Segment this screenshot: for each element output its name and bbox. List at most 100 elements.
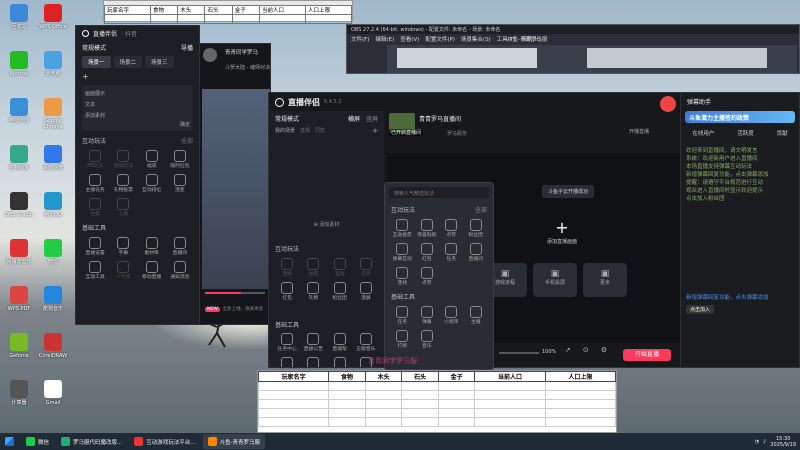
screen-source-button[interactable]: ▣ 更多 [583, 263, 627, 297]
top-sheet-cell[interactable] [149, 14, 179, 24]
tool-item[interactable]: 惊喜贴纸 [416, 219, 439, 239]
tool-item[interactable]: 任务 [354, 258, 378, 278]
desktop-icon[interactable]: OBS Studio [2, 192, 36, 218]
danmaku-tab[interactable]: 在线用户 [692, 129, 714, 137]
sheet-cell[interactable] [257, 381, 330, 391]
tool-item[interactable]: 互动工具 [82, 261, 108, 281]
sheet-header[interactable]: 玩家名字 [257, 371, 330, 382]
tool-item[interactable]: 主题 [82, 198, 108, 218]
sheet-cell[interactable] [437, 381, 476, 391]
tool-item[interactable]: 弹幕设置 [275, 357, 299, 367]
tool-item[interactable]: 直播间 [167, 237, 193, 257]
landscape-button[interactable]: 横屏 [348, 114, 360, 123]
tool-item[interactable]: 互动投票 [391, 219, 414, 239]
tool-item[interactable]: 弹幕 [416, 306, 439, 326]
portrait-button[interactable]: 竖屏 [366, 114, 378, 123]
sheet-header[interactable]: 金子 [437, 371, 476, 382]
zoom-slider[interactable] [499, 352, 539, 354]
obs-menu-item[interactable]: 场景集合(S) [461, 35, 491, 43]
sheet-cell[interactable] [257, 417, 330, 427]
tool-item[interactable]: 礼物投票 [110, 174, 136, 194]
sheet-cell[interactable] [257, 408, 330, 418]
sheet-cell[interactable] [544, 381, 617, 391]
desktop-icon[interactable]: 哔哩哔哩 [2, 98, 36, 124]
tool-item[interactable]: 直播间 [465, 243, 488, 263]
desktop-icon[interactable]: WPS PDF [2, 286, 36, 312]
join-fan-button[interactable]: 点击加入 [686, 305, 715, 314]
sheet-cell[interactable] [437, 408, 476, 418]
desktop-icon[interactable]: 腾讯QQ [36, 192, 70, 218]
player-spreadsheet[interactable]: 玩家名字 食物 木头 石头 金子 当前人口 人口上限 [257, 370, 617, 433]
taskbar-item[interactable]: 互动游戏玩法平台... [129, 434, 200, 449]
tool-item[interactable]: 直播公告 [301, 333, 325, 353]
sheet-cell[interactable] [328, 417, 366, 427]
taskbar-item[interactable]: 微信 [21, 434, 54, 449]
tool-item[interactable]: 连屏 [354, 282, 378, 302]
scene-tab[interactable]: 场景三 [145, 56, 174, 68]
sheet-cell[interactable] [364, 399, 403, 409]
tool-item[interactable]: 移动直播 [139, 261, 165, 281]
tool-item[interactable]: 人气宝 [110, 261, 136, 281]
tool-item[interactable]: 连线 [275, 258, 299, 278]
desktop-icon[interactable]: Geforce [2, 333, 36, 359]
scene-chip-b[interactable]: 同款 [315, 127, 325, 135]
desktop-icon[interactable]: 计算器 [2, 380, 36, 406]
tools-search-input[interactable]: 搜索人气精选玩法 [389, 187, 489, 198]
desktop-icon[interactable]: 酷狗音乐 [36, 286, 70, 312]
screen-source-button[interactable]: ▣ 手机投屏 [533, 263, 577, 297]
taskbar-item[interactable]: 斗鱼-青青罗马服 [202, 434, 266, 449]
source-row[interactable]: 添加素材 [85, 110, 190, 121]
source-row[interactable]: 文本 [85, 99, 190, 110]
tool-item[interactable]: 互动排位 [139, 174, 165, 194]
tool-item[interactable]: 点赞 [416, 267, 439, 287]
sheet-cell[interactable] [401, 399, 439, 409]
sheet-cell[interactable] [437, 417, 476, 427]
desktop-icon[interactable]: 微信 [36, 239, 70, 265]
tool-item[interactable]: 粉丝团 [328, 282, 352, 302]
tool-item[interactable]: 任务 [391, 306, 414, 326]
tool-item[interactable]: 主播任务 [82, 174, 108, 194]
tool-item[interactable]: 素材库 [139, 237, 165, 257]
tool-item[interactable]: 通知消息 [167, 261, 193, 281]
obs-menu-item[interactable]: 编辑(E) [375, 35, 394, 43]
obs-menu-item[interactable]: 查看(V) [400, 35, 419, 43]
tool-item[interactable]: 粉丝团 [465, 219, 488, 239]
obs-window[interactable]: OBS 27.2.4 (64-bit, windows) - 配置文件: 未命名… [346, 24, 800, 74]
source-row[interactable]: 画面展示 [85, 88, 190, 99]
tool-item[interactable]: 字幕 [110, 237, 136, 257]
sheet-cell[interactable] [364, 417, 403, 427]
wifi-icon[interactable]: ◔ [755, 439, 759, 445]
volume-icon[interactable]: ♪ [763, 439, 766, 445]
small-add-scene-button[interactable]: + [76, 70, 199, 83]
sheet-header[interactable]: 食物 [328, 371, 366, 382]
start-button[interactable] [0, 434, 19, 449]
desktop-icon[interactable]: 回收站 [2, 4, 36, 30]
scene-chip-a[interactable]: 直播 [300, 127, 310, 135]
sheet-cell[interactable] [544, 399, 617, 409]
small-guide-button[interactable]: 导播 [181, 43, 193, 52]
sheet-cell[interactable] [328, 408, 366, 418]
desktop-icon[interactable]: Wechat [2, 51, 36, 77]
tool-item[interactable]: 限时红包 [167, 150, 193, 170]
tool-item[interactable]: 红包 [416, 243, 439, 263]
scene-tab[interactable]: 场景一 [82, 56, 111, 68]
tool-item[interactable]: 点赞 [440, 219, 463, 239]
tool-item[interactable]: 任务 [440, 243, 463, 263]
tools-popup[interactable]: 搜索人气精选玩法 互动玩法 全部 互动投票 惊喜贴纸 点赞 粉丝团 弹幕互动 红包 任务 直播间… [384, 182, 494, 370]
sheet-cell[interactable] [257, 390, 330, 400]
obs-menu-item[interactable]: 配置文件(P) [425, 35, 455, 43]
sheet-cell[interactable] [257, 399, 330, 409]
top-sheet-cell[interactable] [258, 14, 306, 24]
sheet-cell[interactable] [474, 417, 546, 427]
clock[interactable]: 15:30 2025/9/19 [770, 436, 796, 448]
obs-menu-item[interactable]: 文件(F) [351, 35, 369, 43]
top-sheet-cell[interactable] [304, 14, 353, 24]
danmaku-panel[interactable]: 弹幕助手 斗鱼潜力主播签约政策 在线用户 活跃度 贡献 欢迎来到直播间，请文明发言系… [680, 92, 800, 368]
sheet-cell[interactable] [474, 399, 546, 409]
volume-slider[interactable] [205, 292, 265, 294]
sheet-cell[interactable] [364, 408, 403, 418]
small-companion-window[interactable]: 直播伴侣 · 抖音 常规模式 导播 场景一 场景二 场景三 + 画面展示 文本 添加素材… [75, 25, 200, 325]
tool-item[interactable]: 互动 [328, 258, 352, 278]
top-sheet-cell[interactable] [177, 14, 206, 24]
top-sheet-cell[interactable] [231, 14, 260, 24]
